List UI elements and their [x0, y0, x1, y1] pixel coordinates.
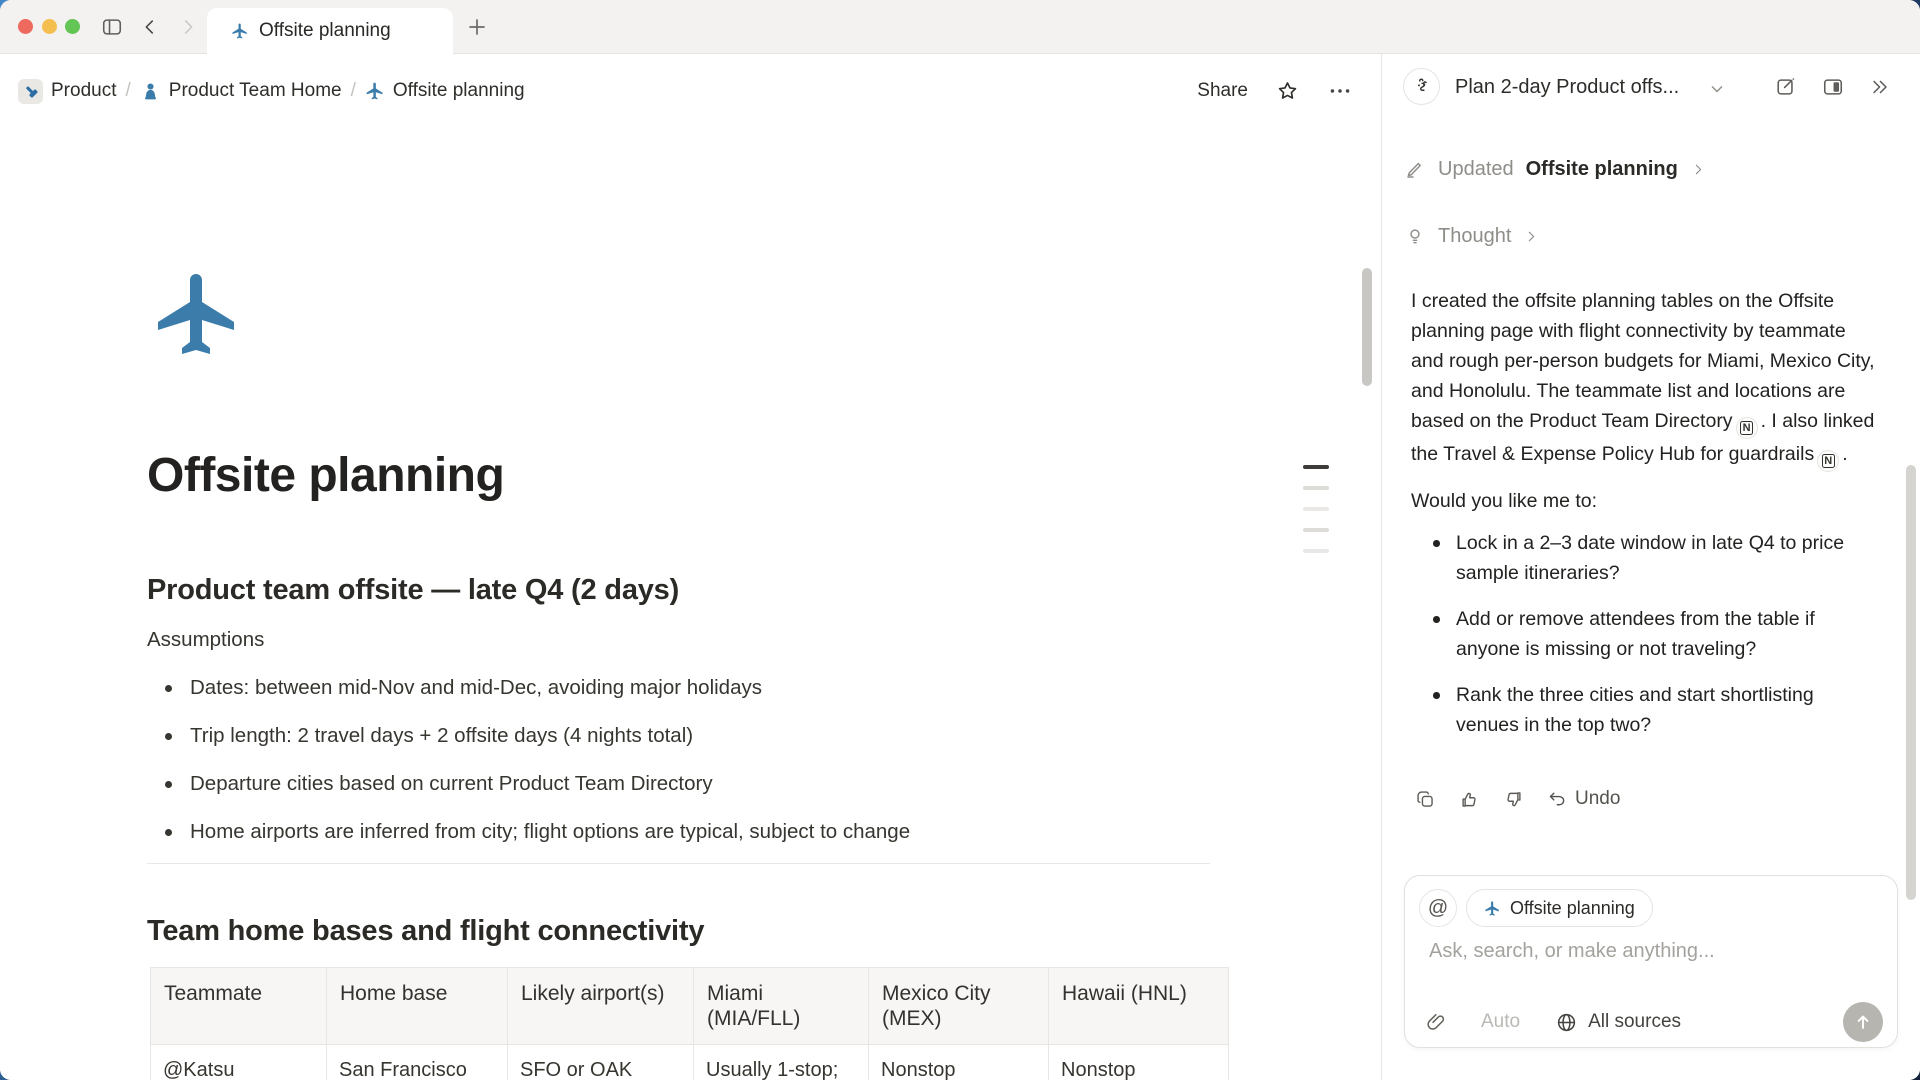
sidebar-scrollbar[interactable]	[1906, 465, 1916, 900]
table-cell[interactable]: Usually 1-stop;	[694, 1045, 869, 1080]
ai-sidebar: Plan 2-day Product offs... Updated	[1381, 54, 1920, 1080]
back-icon[interactable]	[139, 16, 161, 38]
chevron-right-icon	[1523, 228, 1540, 245]
context-chip-offsite-planning[interactable]: Offsite planning	[1466, 889, 1653, 927]
globe-icon	[1555, 1011, 1578, 1034]
chevron-right-icon	[1690, 161, 1707, 178]
suggestion-list: Lock in a 2–3 date window in late Q4 to …	[1411, 528, 1879, 740]
mention-at-button[interactable]: @	[1419, 889, 1457, 927]
section-heading: Product team offsite — late Q4 (2 days)	[147, 574, 679, 607]
updated-label: Updated	[1438, 158, 1514, 181]
main-area: Product / Product Team Home / Offsite pl…	[0, 54, 1381, 1080]
outline-dash	[1303, 549, 1329, 553]
pencil-edit-icon	[1404, 159, 1426, 181]
undo-button[interactable]: Undo	[1547, 788, 1620, 810]
new-tab-button[interactable]	[465, 15, 487, 37]
lightbulb-icon	[1404, 226, 1426, 248]
column-header[interactable]: Teammate	[151, 968, 327, 1045]
panel-layout-icon[interactable]	[1822, 76, 1844, 98]
notion-page-link-icon[interactable]: N	[1817, 450, 1839, 472]
ai-face-icon	[1403, 68, 1440, 105]
flight-connectivity-table[interactable]: Teammate Home base Likely airport(s) Mia…	[150, 967, 1229, 1080]
updated-page-name: Offsite planning	[1526, 158, 1678, 181]
thumbs-up-icon[interactable]	[1459, 789, 1480, 810]
assumptions-list: Dates: between mid-Nov and mid-Dec, avoi…	[147, 664, 910, 856]
undo-arrow-icon	[1547, 789, 1568, 810]
divider	[147, 863, 1210, 864]
list-item: Add or remove attendees from the table i…	[1411, 604, 1856, 664]
copy-icon[interactable]	[1415, 789, 1436, 810]
outline-dash	[1303, 486, 1329, 490]
table-row: @Katsu San Francisco SFO or OAK Usually …	[151, 1045, 1229, 1080]
outline-dash	[1303, 528, 1329, 532]
app-window: Offsite planning Product / Pro	[0, 0, 1920, 1080]
close-window-button[interactable]	[18, 19, 33, 34]
assumptions-label: Assumptions	[147, 628, 264, 652]
ai-composer[interactable]: @ Offsite planning Ask, search, or make …	[1404, 875, 1898, 1048]
forward-icon	[177, 16, 199, 38]
thought-label: Thought	[1438, 225, 1511, 248]
table-cell[interactable]: Nonstop	[869, 1045, 1049, 1080]
mode-selector[interactable]: Auto	[1481, 1011, 1520, 1033]
assistant-message: I created the offsite planning tables on…	[1411, 286, 1879, 756]
tab-offsite-planning[interactable]: Offsite planning	[207, 8, 453, 54]
column-header[interactable]: Hawaii (HNL)	[1049, 968, 1229, 1045]
send-button[interactable]	[1843, 1002, 1883, 1042]
column-header[interactable]: Likely airport(s)	[508, 968, 694, 1045]
new-chat-compose-icon[interactable]	[1775, 76, 1797, 98]
table-cell[interactable]: SFO or OAK	[508, 1045, 694, 1080]
connectivity-heading: Team home bases and flight connectivity	[147, 915, 704, 948]
plane-icon	[231, 22, 249, 40]
page-title: Offsite planning	[147, 448, 504, 503]
column-header[interactable]: Miami (MIA/FLL)	[694, 968, 869, 1045]
list-item: Home airports are inferred from city; fl…	[147, 808, 910, 856]
outline-indicator[interactable]	[1303, 465, 1329, 570]
table-cell[interactable]: San Francisco	[327, 1045, 508, 1080]
sources-selector[interactable]: All sources	[1555, 1011, 1681, 1034]
undo-label: Undo	[1575, 788, 1620, 810]
chevron-down-icon[interactable]	[1707, 79, 1727, 99]
column-header[interactable]: Mexico City (MEX)	[869, 968, 1049, 1045]
list-item: Rank the three cities and start shortlis…	[1411, 680, 1856, 740]
table-cell[interactable]: Nonstop	[1049, 1045, 1229, 1080]
ai-sidebar-header: Plan 2-day Product offs...	[1382, 54, 1920, 120]
thumbs-down-icon[interactable]	[1503, 789, 1524, 810]
updated-page-row[interactable]: Updated Offsite planning	[1404, 158, 1707, 181]
column-header[interactable]: Home base	[327, 968, 508, 1045]
attachment-paperclip-icon[interactable]	[1425, 1011, 1448, 1034]
thread-title[interactable]: Plan 2-day Product offs...	[1455, 76, 1679, 99]
minimize-window-button[interactable]	[42, 19, 57, 34]
table-header-row: Teammate Home base Likely airport(s) Mia…	[151, 968, 1229, 1045]
plane-icon	[1484, 900, 1501, 917]
list-item: Departure cities based on current Produc…	[147, 760, 910, 808]
zoom-window-button[interactable]	[65, 19, 80, 34]
list-item: Lock in a 2–3 date window in late Q4 to …	[1411, 528, 1856, 588]
composer-input[interactable]: Ask, search, or make anything...	[1429, 940, 1715, 963]
sidebar-toggle-icon[interactable]	[101, 16, 123, 38]
main-scrollbar[interactable]	[1362, 268, 1372, 386]
message-text: .	[1842, 443, 1847, 465]
sources-label: All sources	[1588, 1011, 1681, 1033]
list-item: Dates: between mid-Nov and mid-Dec, avoi…	[147, 664, 910, 712]
page-plane-icon[interactable]	[150, 266, 246, 362]
message-question: Would you like me to:	[1411, 486, 1879, 516]
thought-row[interactable]: Thought	[1404, 225, 1540, 248]
outline-dash	[1303, 507, 1329, 511]
arrow-up-icon	[1853, 1012, 1873, 1032]
table-cell[interactable]: @Katsu	[151, 1045, 327, 1080]
tab-title: Offsite planning	[259, 20, 391, 42]
outline-dash	[1303, 465, 1329, 469]
collapse-sidebar-chevrons-icon[interactable]	[1869, 76, 1891, 98]
tab-strip: Offsite planning	[0, 0, 1920, 54]
list-item: Trip length: 2 travel days + 2 offsite d…	[147, 712, 910, 760]
context-chip-label: Offsite planning	[1510, 898, 1635, 919]
message-actions: Undo	[1415, 788, 1620, 810]
page-content: Offsite planning Product team offsite — …	[0, 54, 1381, 1080]
notion-page-link-icon[interactable]: N	[1736, 417, 1758, 439]
